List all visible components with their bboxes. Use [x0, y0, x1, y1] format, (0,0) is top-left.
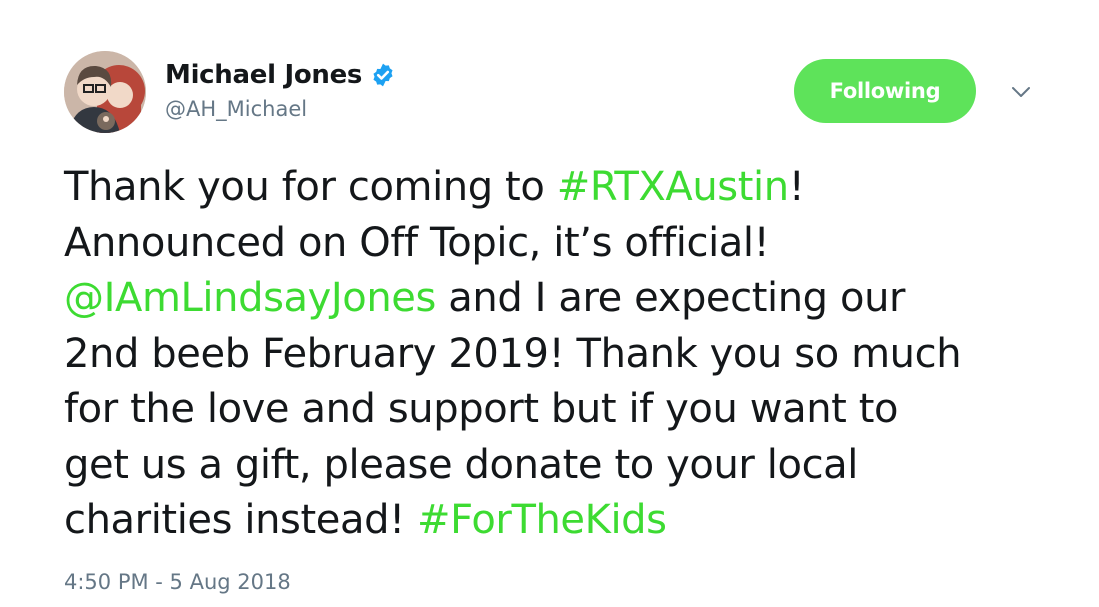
- tweet-text-line: Announced on Off Topic, it’s official!: [64, 216, 1074, 272]
- tweet-text-line: for the love and support but if you want…: [64, 382, 1074, 438]
- tweet-text-line: get us a gift, please donate to your loc…: [64, 438, 1074, 494]
- hashtag-link[interactable]: #ForTheKids: [417, 497, 667, 543]
- tweet-text-segment: charities instead!: [64, 497, 418, 543]
- tweet-text-line: 2nd beeb February 2019! Thank you so muc…: [64, 327, 1074, 383]
- tweet-text-line: @IAmLindsayJones and I are expecting our: [64, 271, 1074, 327]
- verified-badge-icon: [370, 62, 396, 88]
- following-button[interactable]: Following: [794, 59, 976, 123]
- tweet-text: Thank you for coming to #RTXAustin! Annou…: [64, 160, 1074, 549]
- tweet-text-segment: 2nd beeb February 2019! Thank you so muc…: [64, 330, 962, 377]
- tweet-card: Michael Jones @AH_Michael Following Than…: [0, 0, 1099, 607]
- avatar[interactable]: [64, 51, 146, 133]
- tweet-text-segment: and I are expecting our: [435, 275, 906, 321]
- tweet-text-segment: Announced on Off Topic, it’s official!: [64, 219, 770, 266]
- tweet-timestamp[interactable]: 4:50 PM - 5 Aug 2018: [64, 570, 291, 594]
- tweet-text-line: charities instead! #ForTheKids: [64, 493, 1074, 549]
- tweet-text-segment: !: [788, 164, 805, 210]
- hashtag-link[interactable]: #RTXAustin: [557, 164, 789, 210]
- author-name-row: Michael Jones: [165, 58, 396, 92]
- tweet-text-segment: Thank you for coming to: [64, 164, 557, 210]
- tweet-text-segment: for the love and support but if you want…: [64, 386, 899, 432]
- tweet-text-line: Thank you for coming to #RTXAustin!: [64, 160, 1074, 216]
- chevron-down-icon[interactable]: [1009, 82, 1033, 102]
- author-handle[interactable]: @AH_Michael: [165, 97, 307, 121]
- mention-link[interactable]: @IAmLindsayJones: [64, 275, 436, 321]
- author-display-name[interactable]: Michael Jones: [165, 60, 362, 90]
- tweet-text-segment: get us a gift, please donate to your loc…: [64, 441, 858, 488]
